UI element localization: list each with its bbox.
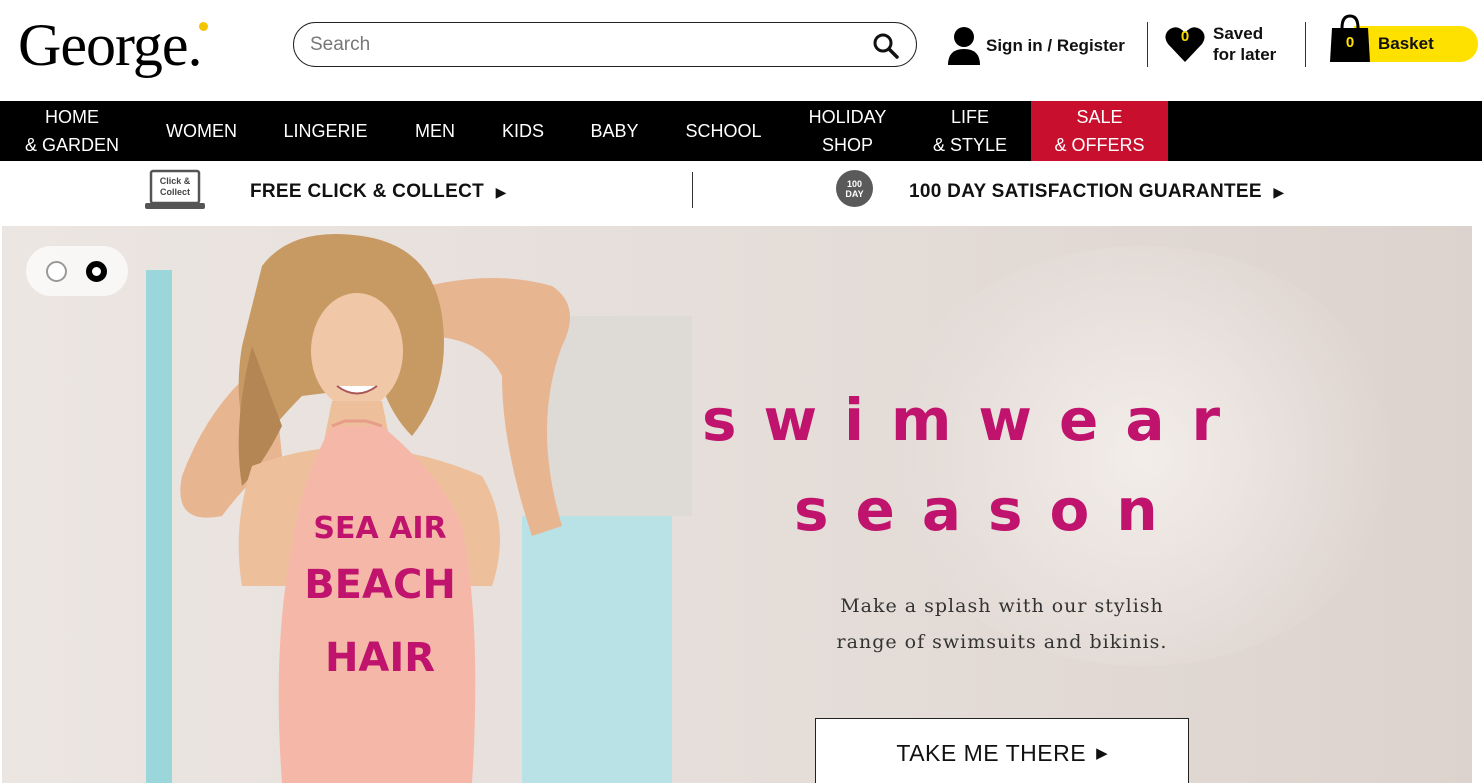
nav-label: SALE: [1076, 107, 1123, 127]
nav-item-baby[interactable]: BABY: [568, 101, 661, 161]
carousel-dot-2[interactable]: [86, 261, 107, 282]
nav-item-women[interactable]: WOMEN: [144, 101, 259, 161]
click-collect-icon-text: Click &: [160, 176, 191, 186]
nav-label: BABY: [590, 121, 639, 141]
search-bar: [293, 22, 917, 67]
info-divider: [692, 172, 693, 208]
satisfaction-guarantee-link[interactable]: 100 DAY SATISFACTION GUARANTEE ▶: [909, 181, 1285, 203]
george-logo[interactable]: George.: [18, 10, 202, 80]
heart-icon: 0: [1164, 23, 1206, 65]
nav-item-lingerie[interactable]: LINGERIE: [259, 101, 392, 161]
hero-model-image: SEA AIR BEACH HAIR: [180, 234, 570, 783]
hero-copy-line: Make a splash with our stylish: [840, 595, 1164, 617]
hero-subcopy: Make a splash with our stylish range of …: [802, 588, 1202, 660]
nav-item-life-style[interactable]: LIFE & STYLE: [909, 101, 1031, 161]
nav-label: MEN: [415, 121, 455, 141]
nav-label: & OFFERS: [1054, 135, 1145, 155]
basket-count: 0: [1345, 34, 1355, 51]
logo-accent-dot: [199, 22, 208, 31]
hero-banner[interactable]: SEA AIR BEACH HAIR swimwear season Make …: [2, 226, 1472, 783]
sign-in-link[interactable]: Sign in / Register: [946, 24, 1125, 68]
cta-label: TAKE ME THERE: [896, 739, 1087, 766]
nav-label: LINGERIE: [283, 121, 368, 141]
saved-count: 0: [1180, 28, 1190, 45]
header-divider: [1305, 22, 1306, 67]
sign-in-label: Sign in / Register: [986, 36, 1125, 55]
saved-label-line2: for later: [1213, 45, 1277, 64]
nav-label: WOMEN: [166, 121, 237, 141]
take-me-there-button[interactable]: TAKE ME THERE ▶: [815, 718, 1189, 783]
search-icon[interactable]: [872, 32, 900, 60]
saved-label-line1: Saved: [1213, 24, 1264, 43]
chevron-right-icon: ▶: [495, 184, 507, 200]
nav-label: HOLIDAY: [808, 107, 887, 127]
service-info-bar: Click & Collect FREE CLICK & COLLECT ▶ 1…: [0, 161, 1482, 226]
site-header: George. Sign in / Register 0 Saved for l…: [0, 0, 1482, 101]
nav-item-kids[interactable]: KIDS: [478, 101, 568, 161]
100-day-badge-icon: 100 DAY: [836, 170, 873, 207]
user-icon: [948, 27, 980, 65]
hero-copy-line: range of swimsuits and bikinis.: [836, 631, 1168, 653]
nav-label: LIFE: [950, 107, 989, 127]
nav-label: SCHOOL: [685, 121, 762, 141]
saved-label: Saved for later: [1213, 23, 1276, 65]
nav-label: HOME: [45, 107, 99, 127]
badge-text: 100: [846, 179, 863, 189]
nav-item-holiday-shop[interactable]: HOLIDAY SHOP: [786, 101, 909, 161]
logo-text: George: [18, 12, 188, 78]
nav-item-men[interactable]: MEN: [392, 101, 478, 161]
hero-headline-line1: swimwear: [702, 386, 1248, 454]
main-navigation: HOME & GARDEN WOMEN LINGERIE MEN KIDS BAB…: [0, 101, 1482, 161]
badge-text: DAY: [845, 189, 864, 199]
swimsuit-print-text: HAIR: [325, 635, 435, 681]
nav-label: SHOP: [821, 135, 873, 155]
click-collect-label: FREE CLICK & COLLECT: [250, 181, 484, 202]
nav-label: & GARDEN: [24, 135, 120, 155]
chevron-right-icon: ▶: [1096, 745, 1108, 762]
basket-label: Basket: [1378, 34, 1434, 53]
click-collect-icon-text: Collect: [160, 187, 190, 197]
nav-label: KIDS: [501, 121, 544, 141]
carousel-dot-1[interactable]: [46, 261, 67, 282]
header-divider: [1147, 22, 1148, 67]
hero-headline-line2: season: [794, 476, 1185, 544]
chevron-right-icon: ▶: [1273, 184, 1285, 200]
guarantee-label: 100 DAY SATISFACTION GUARANTEE: [909, 181, 1262, 202]
swimsuit-print-text: BEACH: [304, 562, 456, 608]
saved-for-later-link[interactable]: 0 Saved for later: [1164, 20, 1276, 68]
click-collect-link[interactable]: FREE CLICK & COLLECT ▶: [250, 181, 507, 203]
nav-item-sale-offers[interactable]: SALE & OFFERS: [1031, 101, 1168, 161]
nav-label: & STYLE: [932, 135, 1008, 155]
search-input[interactable]: [310, 31, 850, 59]
carousel-indicator: [26, 246, 128, 296]
swimsuit-print-text: SEA AIR: [313, 511, 446, 546]
nav-item-home-garden[interactable]: HOME & GARDEN: [0, 101, 144, 161]
basket-button[interactable]: 0 Basket: [1328, 14, 1480, 64]
click-collect-icon: Click & Collect: [145, 169, 205, 209]
nav-item-school[interactable]: SCHOOL: [661, 101, 786, 161]
